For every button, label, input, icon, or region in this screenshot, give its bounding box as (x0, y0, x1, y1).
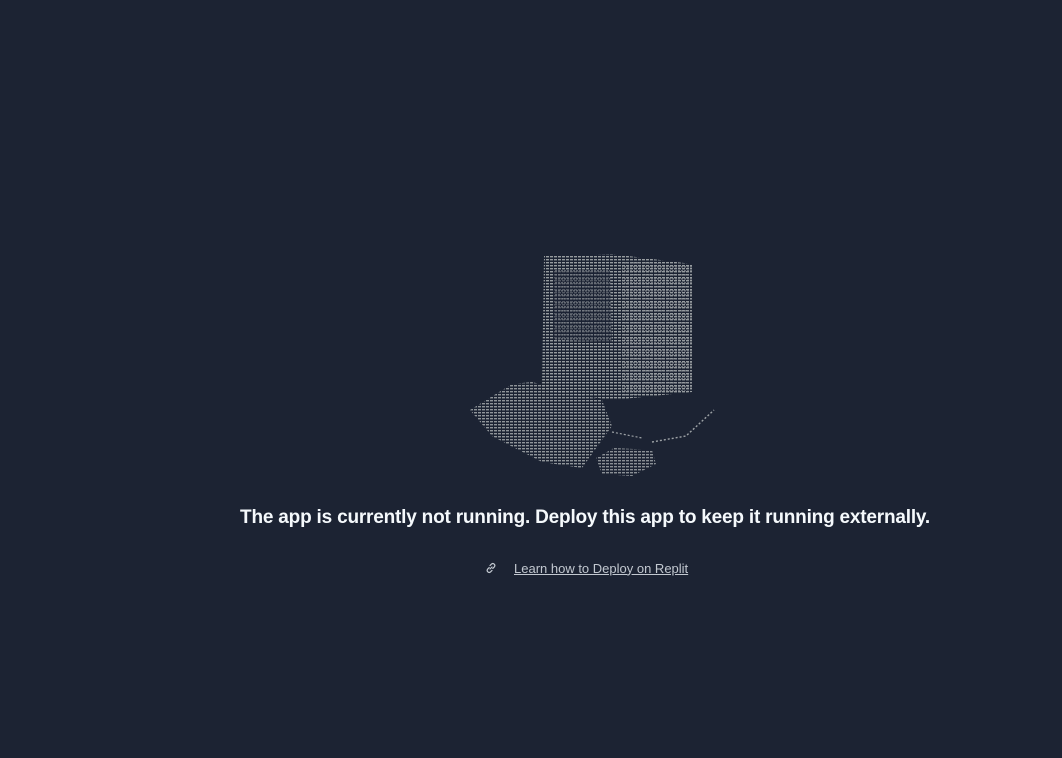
ascii-computer-illustration (462, 250, 722, 482)
status-message: The app is currently not running. Deploy… (240, 507, 930, 528)
learn-deploy-link[interactable]: Learn how to Deploy on Replit (514, 561, 688, 576)
learn-deploy-row: Learn how to Deploy on Replit (484, 558, 688, 578)
link-icon (484, 561, 498, 575)
